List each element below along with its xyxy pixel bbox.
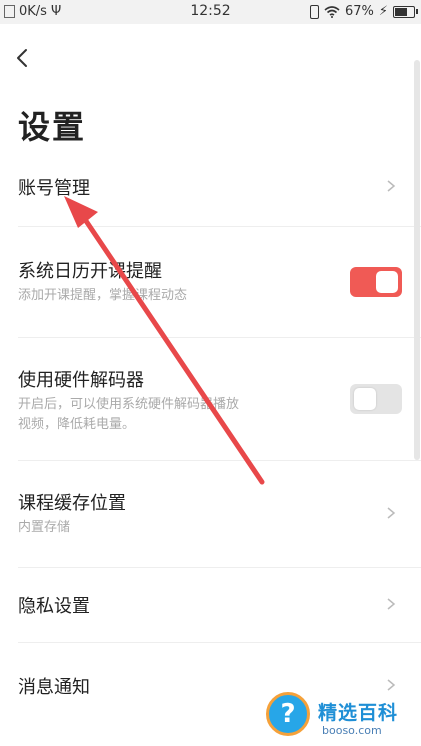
row-subtitle: 内置存储 (18, 520, 71, 535)
watermark-logo: ? 精选百科 booso.com (262, 686, 421, 742)
chevron-right-icon (387, 598, 396, 610)
scrollbar[interactable] (414, 60, 420, 460)
row-title: 消息通知 (18, 677, 90, 698)
settings-row-calendar: 系统日历开课提醒 添加开课提醒，掌握课程动态 (0, 227, 412, 337)
calendar-reminder-toggle[interactable] (350, 267, 402, 297)
hw-decoder-toggle[interactable] (350, 384, 402, 414)
wifi-icon (324, 5, 340, 18)
status-bar: 0K/s Ψ 12:52 67% ⚡ (0, 0, 421, 24)
row-title: 账号管理 (18, 178, 90, 199)
settings-row-hw-decoder: 使用硬件解码器 开启后，可以使用系统硬件解码器播放 视频，降低耗电量。 (0, 338, 412, 460)
back-button[interactable] (12, 44, 36, 72)
page-title: 设置 (18, 108, 87, 146)
vibrate-icon (309, 4, 319, 19)
battery-icon (393, 5, 418, 18)
status-right: 67% ⚡ (309, 4, 418, 19)
row-subtitle-line2: 视频，降低耗电量。 (18, 417, 136, 432)
chevron-right-icon (387, 180, 396, 192)
settings-row-account[interactable]: 账号管理 (0, 160, 412, 226)
toggle-knob (354, 388, 376, 410)
battery-percent: 67% (344, 4, 374, 19)
row-title: 隐私设置 (18, 596, 90, 617)
settings-row-privacy[interactable]: 隐私设置 (0, 568, 412, 642)
row-title: 课程缓存位置 (18, 493, 126, 514)
charging-icon: ⚡ (378, 4, 388, 19)
help-icon: ? (266, 692, 310, 736)
chevron-right-icon (387, 507, 396, 519)
row-subtitle: 添加开课提醒，掌握课程动态 (18, 288, 188, 303)
watermark-domain: booso.com (322, 724, 382, 737)
row-title: 系统日历开课提醒 (18, 261, 162, 282)
toggle-knob (376, 271, 398, 293)
row-subtitle-line1: 开启后，可以使用系统硬件解码器播放 (18, 397, 240, 412)
watermark-brand: 精选百科 (318, 702, 399, 724)
row-title: 使用硬件解码器 (18, 370, 144, 391)
settings-row-cache-location[interactable]: 课程缓存位置 内置存储 (0, 461, 412, 567)
chevron-left-icon (17, 49, 27, 67)
